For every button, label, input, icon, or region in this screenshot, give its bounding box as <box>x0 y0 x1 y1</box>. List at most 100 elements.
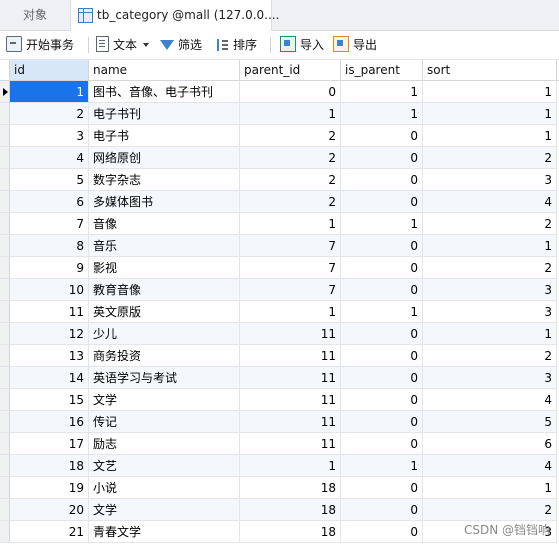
cell-id[interactable]: 2 <box>10 103 89 125</box>
export-button[interactable]: 导出 <box>333 35 377 55</box>
table-row[interactable]: 19 小说 18 0 1 <box>0 477 559 499</box>
cell-parent-id[interactable]: 11 <box>240 323 341 345</box>
tab-tb-category[interactable]: tb_category @mall (127.0.0.... <box>70 0 279 31</box>
row-indicator[interactable] <box>0 301 10 323</box>
cell-parent-id[interactable]: 11 <box>240 345 341 367</box>
row-indicator[interactable] <box>0 367 10 389</box>
cell-is-parent[interactable]: 0 <box>341 147 423 169</box>
row-indicator[interactable] <box>0 81 10 103</box>
cell-name[interactable]: 音像 <box>89 213 240 235</box>
cell-sort[interactable]: 2 <box>423 345 557 367</box>
cell-is-parent[interactable]: 0 <box>341 433 423 455</box>
cell-id[interactable]: 21 <box>10 521 89 543</box>
cell-sort[interactable]: 6 <box>423 433 557 455</box>
cell-is-parent[interactable]: 1 <box>341 81 423 103</box>
table-row[interactable]: 4 网络原创 2 0 2 <box>0 147 559 169</box>
cell-parent-id[interactable]: 2 <box>240 191 341 213</box>
table-row[interactable]: 15 文学 11 0 4 <box>0 389 559 411</box>
cell-id[interactable]: 4 <box>10 147 89 169</box>
cell-id[interactable]: 13 <box>10 345 89 367</box>
row-indicator[interactable] <box>0 213 10 235</box>
cell-is-parent[interactable]: 0 <box>341 323 423 345</box>
cell-id[interactable]: 1 <box>10 81 89 103</box>
cell-parent-id[interactable]: 11 <box>240 433 341 455</box>
cell-id[interactable]: 14 <box>10 367 89 389</box>
row-indicator[interactable] <box>0 389 10 411</box>
cell-sort[interactable]: 1 <box>423 103 557 125</box>
cell-is-parent[interactable]: 1 <box>341 301 423 323</box>
tab-objects[interactable]: 对象 <box>0 0 71 30</box>
row-indicator[interactable] <box>0 257 10 279</box>
cell-name[interactable]: 教育音像 <box>89 279 240 301</box>
text-button[interactable]: 文本 <box>96 35 150 55</box>
cell-sort[interactable]: 2 <box>423 257 557 279</box>
cell-name[interactable]: 英语学习与考试 <box>89 367 240 389</box>
cell-is-parent[interactable]: 1 <box>341 213 423 235</box>
table-row[interactable]: 10 教育音像 7 0 3 <box>0 279 559 301</box>
row-indicator[interactable] <box>0 147 10 169</box>
cell-name[interactable]: 网络原创 <box>89 147 240 169</box>
cell-id[interactable]: 10 <box>10 279 89 301</box>
row-indicator[interactable] <box>0 191 10 213</box>
cell-sort[interactable]: 1 <box>423 477 557 499</box>
cell-sort[interactable]: 1 <box>423 125 557 147</box>
cell-parent-id[interactable]: 1 <box>240 455 341 477</box>
table-row[interactable]: 11 英文原版 1 1 3 <box>0 301 559 323</box>
cell-name[interactable]: 文学 <box>89 499 240 521</box>
cell-parent-id[interactable]: 18 <box>240 477 341 499</box>
row-indicator[interactable] <box>0 279 10 301</box>
cell-is-parent[interactable]: 0 <box>341 257 423 279</box>
cell-id[interactable]: 19 <box>10 477 89 499</box>
cell-name[interactable]: 文艺 <box>89 455 240 477</box>
row-indicator[interactable] <box>0 477 10 499</box>
cell-sort[interactable]: 4 <box>423 191 557 213</box>
cell-name[interactable]: 图书、音像、电子书刊 <box>89 81 240 103</box>
cell-is-parent[interactable]: 1 <box>341 455 423 477</box>
sort-button[interactable]: 排序 <box>215 35 257 55</box>
cell-is-parent[interactable]: 0 <box>341 169 423 191</box>
column-header-parent-id[interactable]: parent_id <box>240 60 341 80</box>
row-indicator[interactable] <box>0 323 10 345</box>
table-row[interactable]: 7 音像 1 1 2 <box>0 213 559 235</box>
cell-name[interactable]: 数字杂志 <box>89 169 240 191</box>
cell-is-parent[interactable]: 0 <box>341 191 423 213</box>
cell-sort[interactable]: 1 <box>423 323 557 345</box>
cell-sort[interactable]: 3 <box>423 279 557 301</box>
cell-parent-id[interactable]: 0 <box>240 81 341 103</box>
table-row[interactable]: 18 文艺 1 1 4 <box>0 455 559 477</box>
cell-sort[interactable]: 3 <box>423 367 557 389</box>
cell-parent-id[interactable]: 2 <box>240 125 341 147</box>
column-header-name[interactable]: name <box>89 60 240 80</box>
cell-is-parent[interactable]: 0 <box>341 279 423 301</box>
cell-sort[interactable]: 4 <box>423 455 557 477</box>
table-row[interactable]: 8 音乐 7 0 1 <box>0 235 559 257</box>
cell-sort[interactable]: 1 <box>423 81 557 103</box>
cell-name[interactable]: 多媒体图书 <box>89 191 240 213</box>
cell-sort[interactable]: 2 <box>423 499 557 521</box>
cell-parent-id[interactable]: 2 <box>240 147 341 169</box>
cell-sort[interactable]: 3 <box>423 301 557 323</box>
table-row[interactable]: 13 商务投资 11 0 2 <box>0 345 559 367</box>
cell-name[interactable]: 小说 <box>89 477 240 499</box>
row-indicator[interactable] <box>0 345 10 367</box>
table-row[interactable]: 5 数字杂志 2 0 3 <box>0 169 559 191</box>
cell-is-parent[interactable]: 0 <box>341 521 423 543</box>
row-indicator[interactable] <box>0 411 10 433</box>
cell-name[interactable]: 电子书 <box>89 125 240 147</box>
cell-is-parent[interactable]: 0 <box>341 477 423 499</box>
cell-parent-id[interactable]: 1 <box>240 301 341 323</box>
row-indicator[interactable] <box>0 103 10 125</box>
cell-name[interactable]: 商务投资 <box>89 345 240 367</box>
row-indicator[interactable] <box>0 169 10 191</box>
cell-parent-id[interactable]: 7 <box>240 257 341 279</box>
table-row[interactable]: 6 多媒体图书 2 0 4 <box>0 191 559 213</box>
row-indicator[interactable] <box>0 235 10 257</box>
cell-sort[interactable]: 2 <box>423 147 557 169</box>
cell-is-parent[interactable]: 0 <box>341 367 423 389</box>
cell-is-parent[interactable]: 1 <box>341 103 423 125</box>
cell-parent-id[interactable]: 11 <box>240 411 341 433</box>
row-indicator[interactable] <box>0 455 10 477</box>
cell-name[interactable]: 音乐 <box>89 235 240 257</box>
cell-name[interactable]: 影视 <box>89 257 240 279</box>
cell-id[interactable]: 17 <box>10 433 89 455</box>
